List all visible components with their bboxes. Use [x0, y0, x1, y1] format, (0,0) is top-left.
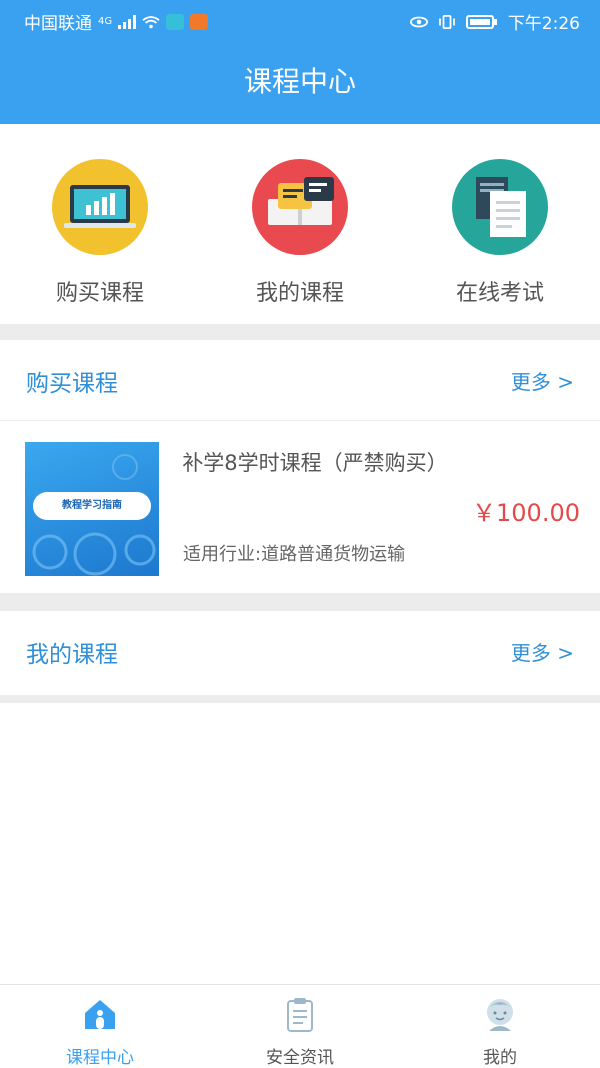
clock: 下午2:26 [507, 14, 580, 34]
wifi-icon [142, 15, 160, 28]
nav-label: 安全资讯 [266, 1048, 334, 1068]
course-card[interactable]: 教程学习指南 补学8学时课程（严禁购买） 适用行业:道路普通货物运输 ￥100.… [0, 425, 600, 593]
nav-item-safety-news[interactable]: 安全资讯 [200, 995, 400, 1068]
page-title: 课程中心 [243, 65, 356, 98]
page-header: 课程中心 [0, 40, 600, 124]
quick-action-label: 购买课程 [55, 281, 144, 306]
status-bar: 中国联通 4G 下午2:26 [0, 0, 600, 40]
my-course-section-header: 我的课程 更多 > [0, 611, 600, 696]
quick-action-my-course[interactable]: 我的课程 [200, 159, 400, 307]
quick-actions: 购买课程 我的课程 在线考试 [0, 124, 600, 324]
more-link[interactable]: 更多 > [511, 637, 574, 666]
thumbnail-caption: 教程学习指南 [33, 492, 151, 520]
eye-icon [409, 16, 428, 27]
documents-icon [452, 159, 548, 255]
section-divider [0, 324, 600, 340]
nav-label: 课程中心 [66, 1048, 134, 1068]
video-app-icon [190, 13, 209, 30]
network-label: 4G [98, 16, 113, 27]
section-divider [0, 593, 600, 611]
bottom-nav: 课程中心 安全资讯 我的 [0, 984, 600, 1068]
course-price: ￥100.00 [472, 499, 580, 527]
course-industry: 适用行业:道路普通货物运输 [183, 544, 406, 565]
course-thumbnail: 教程学习指南 [25, 442, 159, 576]
quick-action-label: 在线考试 [455, 281, 544, 306]
buy-course-section-header: 购买课程 更多 > [0, 340, 600, 421]
more-link[interactable]: 更多 > [511, 366, 574, 395]
signal-icon [118, 14, 137, 29]
carrier-label: 中国联通 [24, 14, 92, 34]
status-right: 下午2:26 [409, 9, 580, 34]
book-message-icon [252, 159, 348, 255]
section-title: 我的课程 [26, 642, 118, 668]
nav-label: 我的 [483, 1048, 517, 1068]
book-app-icon [166, 13, 185, 30]
battery-icon [465, 14, 497, 29]
quick-action-buy-course[interactable]: 购买课程 [0, 159, 200, 307]
laptop-chart-icon [52, 159, 148, 255]
quick-action-label: 我的课程 [255, 281, 344, 306]
section-divider [0, 695, 600, 703]
clipboard-icon [287, 998, 313, 1032]
nav-item-course-center[interactable]: 课程中心 [0, 995, 200, 1068]
user-avatar-icon [487, 999, 513, 1031]
course-title: 补学8学时课程（严禁购买） [182, 451, 448, 475]
status-left: 中国联通 4G [24, 9, 209, 34]
nav-item-profile[interactable]: 我的 [400, 995, 600, 1068]
quick-action-online-exam[interactable]: 在线考试 [400, 159, 600, 307]
home-icon [85, 1000, 115, 1029]
section-title: 购买课程 [26, 371, 118, 397]
vibrate-icon [438, 14, 455, 29]
